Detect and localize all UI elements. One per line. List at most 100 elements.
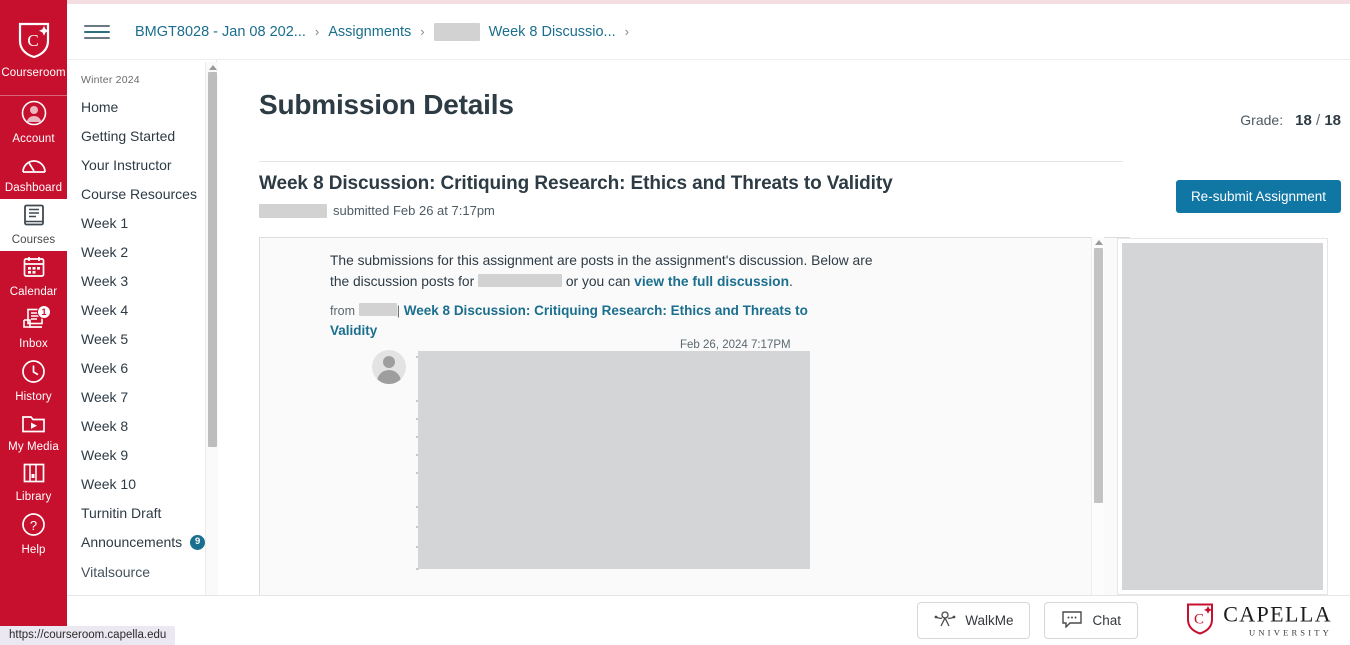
scroll-up-arrow-icon[interactable] [1095,240,1103,245]
course-nav-item-week-5[interactable]: Week 5 [67,324,216,353]
course-nav-item-label: Turnitin Draft [81,504,162,521]
global-nav-item-courses[interactable]: Courses [0,199,67,251]
course-nav-item-week-8[interactable]: Week 8 [67,411,216,440]
svg-text:C: C [27,31,38,50]
walkme-icon [934,610,956,631]
discussion-topic-link[interactable]: Week 8 Discussion: Critiquing Research: … [330,303,808,338]
scrollbar-thumb[interactable] [208,72,217,447]
grade-separator: / [1315,112,1321,129]
course-nav-item-course-resources[interactable]: Course Resources [67,179,216,208]
account-avatar-icon [21,100,47,131]
course-nav-item-week-7[interactable]: Week 7 [67,382,216,411]
course-nav-item-label: Course Resources [81,185,197,202]
course-nav-item-week-2[interactable]: Week 2 [67,237,216,266]
course-nav-item-turnitin-draft[interactable]: Turnitin Draft [67,498,216,527]
course-nav-item-getting-started[interactable]: Getting Started [67,121,216,150]
scroll-up-arrow-icon[interactable] [209,65,217,70]
discussion-intro-part2: or you can [565,274,631,289]
course-nav-scrollbar[interactable] [205,62,218,595]
global-nav-item-label: Help [21,544,46,556]
grade-display: Grade: 18 / 18 [1240,112,1341,129]
global-nav-item-dashboard[interactable]: Dashboard [0,150,67,199]
course-nav-item-label: Week 8 [81,417,129,434]
submitted-info: submitted Feb 26 at 7:17pm [259,203,495,218]
global-nav-item-help[interactable]: ? Help [0,508,67,561]
breadcrumb-separator: › [624,24,629,39]
browser-status-bar: https://courseroom.capella.edu [0,626,176,645]
from-label: from [330,304,355,318]
global-nav-item-account[interactable]: Account [0,96,67,150]
course-nav-item-vitalsource[interactable]: Vitalsource [67,557,216,586]
announcements-count-badge: 9 [190,534,206,550]
post-timestamp: Feb 26, 2024 7:17PM [680,339,791,351]
discussion-scrollbar[interactable] [1091,237,1104,595]
submitted-text: submitted Feb 26 at 7:17pm [333,203,495,218]
inbox-unread-badge: 1 [37,305,51,319]
capella-logo: C CAPELLA UNIVERSITY [1185,601,1332,640]
breadcrumb-item-discussion[interactable]: Week 8 Discussio... [489,24,616,40]
hamburger-icon[interactable] [84,21,110,43]
page-footer: WalkMe Chat C CAPELLA UNIVERSITY [67,595,1350,645]
course-nav-item-your-instructor[interactable]: Your Instructor [67,150,216,179]
discussion-inner: The submissions for this assignment are … [260,238,1129,595]
chat-button[interactable]: Chat [1044,602,1138,639]
dashboard-gauge-icon [21,155,47,180]
svg-text:C: C [1194,611,1204,627]
breadcrumb-redacted-block [433,22,480,41]
course-nav-item-label: Week 9 [81,446,129,463]
global-nav-item-inbox[interactable]: 1 Inbox [0,303,67,355]
course-nav-item-label: Week 1 [81,214,129,231]
author-redacted-block [358,303,397,316]
capella-shield-icon: C [1185,601,1215,640]
capella-shield-icon: C [17,21,51,64]
global-nav-item-my-media[interactable]: My Media [0,408,67,458]
walkme-button[interactable]: WalkMe [917,602,1031,639]
redacted-post-body [418,351,810,569]
course-nav-item-week-1[interactable]: Week 1 [67,208,216,237]
course-nav-item-label: Week 7 [81,388,129,405]
student-name-redacted-block [259,203,327,218]
course-nav-item-week-4[interactable]: Week 4 [67,295,216,324]
avatar-body [377,370,401,384]
course-nav-item-label: Getting Started [81,127,176,144]
course-nav-item-week-10[interactable]: Week 10 [67,469,216,498]
course-nav-item-label: Week 6 [81,359,129,376]
global-nav-brand-courseroom[interactable]: C Courseroom [0,0,67,96]
breadcrumb-item-assignments[interactable]: Assignments [328,24,411,40]
course-nav-item-label: Home [81,98,119,115]
capella-name: CAPELLA [1223,601,1332,627]
global-nav-item-calendar[interactable]: Calendar [0,251,67,303]
course-nav-item-week-9[interactable]: Week 9 [67,440,216,469]
pipe-separator: | [396,304,401,318]
capella-wordmark: CAPELLA UNIVERSITY [1223,601,1332,638]
view-full-discussion-link[interactable]: view the full discussion [634,274,789,289]
discussion-intro-text: The submissions for this assignment are … [330,250,875,292]
grade-earned: 18 [1295,112,1312,129]
global-nav-item-label: Courses [11,234,56,246]
global-nav-item-label: Library [15,491,52,503]
calendar-icon [22,255,46,284]
discussion-intro-end: . [789,274,793,289]
breadcrumb-separator: › [314,24,320,39]
course-nav-item-week-3[interactable]: Week 3 [67,266,216,295]
app-root: C Courseroom Account Dashboard Courses C… [0,0,1350,645]
courses-book-icon [22,203,46,232]
course-nav-item-week-6[interactable]: Week 6 [67,353,216,382]
breadcrumb-separator: › [420,24,425,39]
redacted-document-sheet [1122,243,1323,590]
global-nav-item-library[interactable]: Library [0,458,67,508]
course-term-label: Winter 2024 [81,74,140,86]
svg-text:?: ? [30,518,37,533]
course-nav-item-label: Week 4 [81,301,129,318]
page-title: Submission Details [259,89,514,120]
chat-bubble-icon [1061,610,1083,631]
discussion-name-redacted-block [478,274,563,287]
resubmit-assignment-button[interactable]: Re-submit Assignment [1175,180,1341,213]
course-nav-item-announcements[interactable]: Announcements 9 [67,527,216,557]
global-nav-item-history[interactable]: History [0,355,67,408]
global-nav-brand-label: Courseroom [1,66,66,79]
library-books-icon [22,462,46,489]
course-nav-item-home[interactable]: Home [67,92,216,121]
scrollbar-thumb[interactable] [1094,248,1103,503]
breadcrumb-item-course[interactable]: BMGT8028 - Jan 08 202... [135,24,306,40]
